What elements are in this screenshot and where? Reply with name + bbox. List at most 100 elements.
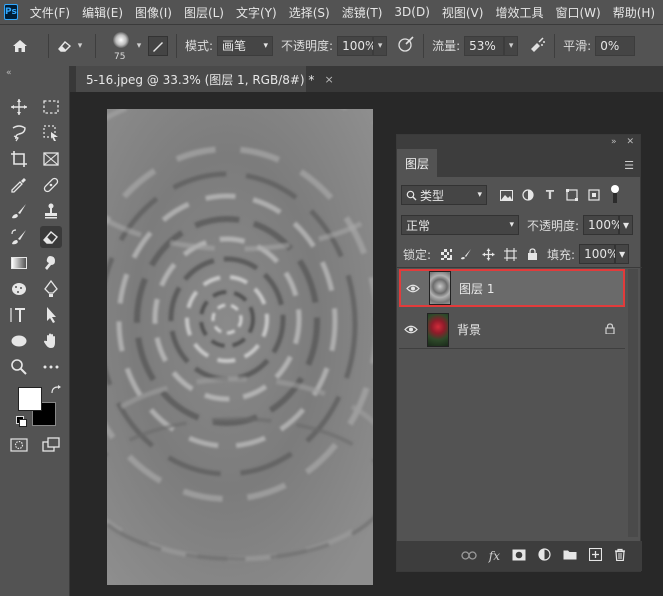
menu-edit[interactable]: 编辑(E) <box>82 4 123 21</box>
lock-position-icon[interactable] <box>477 248 499 261</box>
lock-pixels-icon[interactable] <box>455 248 477 260</box>
collapse-icon[interactable]: » <box>611 137 617 147</box>
brush-settings-toggle[interactable] <box>148 35 168 56</box>
type-tool-icon[interactable] <box>8 304 30 326</box>
layers-scrollbar[interactable] <box>628 269 638 537</box>
opacity-input[interactable]: 100% <box>337 35 376 56</box>
document-canvas-image[interactable] <box>107 109 373 585</box>
flow-dropdown[interactable]: ▾ <box>504 35 519 56</box>
divider <box>554 33 556 58</box>
fill-input[interactable]: 100% <box>579 244 618 264</box>
pressure-opacity-icon[interactable] <box>397 36 415 55</box>
menu-view[interactable]: 视图(V) <box>442 4 484 21</box>
layer-opacity-input[interactable]: 100% <box>583 215 622 235</box>
filter-kind-select[interactable]: 类型 ▾ <box>401 185 487 205</box>
layer-name: 图层 1 <box>459 281 495 296</box>
menu-3d[interactable]: 3D(D) <box>394 5 429 19</box>
clone-stamp-tool-icon[interactable] <box>40 200 62 222</box>
eraser-tool-icon[interactable] <box>40 226 62 248</box>
lock-label: 锁定: <box>403 247 432 262</box>
adjustment-filter-icon[interactable] <box>517 185 539 205</box>
chevron-down-icon: ▾ <box>263 40 269 51</box>
new-layer-icon[interactable] <box>588 547 603 564</box>
menu-image[interactable]: 图像(I) <box>135 4 172 21</box>
close-icon[interactable]: ✕ <box>626 137 634 147</box>
menu-select[interactable]: 选择(S) <box>289 4 330 21</box>
lock-artboard-icon[interactable] <box>499 247 521 261</box>
add-mask-icon[interactable] <box>512 549 526 564</box>
filter-kind-value: 类型 <box>420 188 445 203</box>
lock-all-icon[interactable] <box>521 248 543 260</box>
smoothing-input[interactable]: 0% <box>595 35 636 56</box>
gradient-tool-icon[interactable] <box>8 252 30 274</box>
path-selection-tool-icon[interactable] <box>40 304 62 326</box>
mode-select[interactable]: 画笔 ▾ <box>217 35 274 56</box>
hand-tool-icon[interactable] <box>40 330 62 352</box>
type-filter-icon[interactable]: T <box>539 185 561 205</box>
blend-mode-select[interactable]: 正常 ▾ <box>401 215 519 235</box>
delete-layer-icon[interactable] <box>614 548 626 564</box>
move-tool-icon[interactable] <box>8 96 30 118</box>
close-icon[interactable]: × <box>324 73 333 86</box>
adjustment-layer-icon[interactable] <box>538 548 551 564</box>
mode-value: 画笔 <box>222 39 247 53</box>
layer-opacity-dropdown[interactable]: ▾ <box>619 215 634 235</box>
layer-row-layer1[interactable]: 图层 1 <box>399 269 625 307</box>
chevron-down-icon: ▾ <box>136 40 142 51</box>
tool-preset-picker[interactable]: ▾ <box>57 36 87 56</box>
menu-file[interactable]: 文件(F) <box>30 4 70 21</box>
opacity-dropdown[interactable]: ▾ <box>373 35 388 56</box>
ellipse-tool-icon[interactable] <box>8 330 30 352</box>
divider <box>95 33 96 58</box>
eraser-icon <box>58 40 72 52</box>
layers-panel: » ✕ 图层 ☰ 类型 ▾ T 正常 ▾ 不透明度: 100% ▾ 锁定: 填充… <box>396 134 642 572</box>
layer-style-fx-icon[interactable]: fx <box>489 549 500 563</box>
smudge-tool-icon[interactable] <box>40 252 62 274</box>
home-icon[interactable] <box>0 39 40 53</box>
link-layers-icon[interactable] <box>461 549 477 563</box>
sponge-tool-icon[interactable] <box>8 278 30 300</box>
shape-filter-icon[interactable] <box>561 185 583 205</box>
brush-tool-icon[interactable] <box>8 200 30 222</box>
menu-help[interactable]: 帮助(H) <box>613 4 655 21</box>
layer-row-background[interactable]: 背景 <box>399 311 625 349</box>
crop-tool-icon[interactable] <box>8 148 30 170</box>
menu-filter[interactable]: 滤镜(T) <box>342 4 383 21</box>
menu-plugins[interactable]: 增效工具 <box>495 4 543 21</box>
eyedropper-tool-icon[interactable] <box>8 174 30 196</box>
object-selection-tool-icon[interactable] <box>40 122 62 144</box>
pen-tool-icon[interactable] <box>40 278 62 300</box>
options-bar: ▾ 75 ▾ 模式: 画笔 ▾ 不透明度: 100% ▾ 流量: 53% ▾ 平… <box>0 24 663 66</box>
spot-healing-tool-icon[interactable] <box>40 174 62 196</box>
lock-transparency-icon[interactable] <box>437 248 455 260</box>
flow-input[interactable]: 53% <box>464 35 505 56</box>
image-filter-icon[interactable] <box>495 185 517 205</box>
visibility-eye-icon[interactable] <box>399 325 423 334</box>
menu-type[interactable]: 文字(Y) <box>236 4 277 21</box>
fill-dropdown[interactable]: ▾ <box>615 244 630 264</box>
lasso-tool-icon[interactable] <box>8 122 30 144</box>
divider <box>48 33 49 58</box>
menu-layer[interactable]: 图层(L) <box>184 4 224 21</box>
screen-mode-icon[interactable] <box>40 434 62 456</box>
panel-header-strip: » ✕ <box>397 135 640 149</box>
smart-object-filter-icon[interactable] <box>583 185 605 205</box>
frame-tool-icon[interactable] <box>40 148 62 170</box>
tab-layers[interactable]: 图层 <box>397 149 437 177</box>
swap-colors-icon[interactable] <box>50 384 62 399</box>
airbrush-icon[interactable] <box>528 36 546 55</box>
panel-menu-icon[interactable]: ☰ <box>624 159 634 172</box>
quick-mask-icon[interactable] <box>8 434 30 456</box>
document-tab[interactable]: 5-16.jpeg @ 33.3% (图层 1, RGB/8#) * × <box>76 66 334 92</box>
new-group-icon[interactable] <box>563 549 577 563</box>
zoom-tool-icon[interactable] <box>8 356 30 378</box>
more-tools-icon[interactable] <box>40 356 62 378</box>
visibility-eye-icon[interactable] <box>401 284 425 293</box>
marquee-tool-icon[interactable] <box>40 96 62 118</box>
menu-window[interactable]: 窗口(W) <box>555 4 600 21</box>
collapse-panel-icon[interactable]: « <box>6 68 12 78</box>
filter-toggle[interactable] <box>609 185 619 205</box>
foreground-color-swatch[interactable] <box>18 387 42 411</box>
history-brush-tool-icon[interactable] <box>8 226 30 248</box>
brush-preset-picker[interactable]: 75 ▾ <box>104 28 144 64</box>
